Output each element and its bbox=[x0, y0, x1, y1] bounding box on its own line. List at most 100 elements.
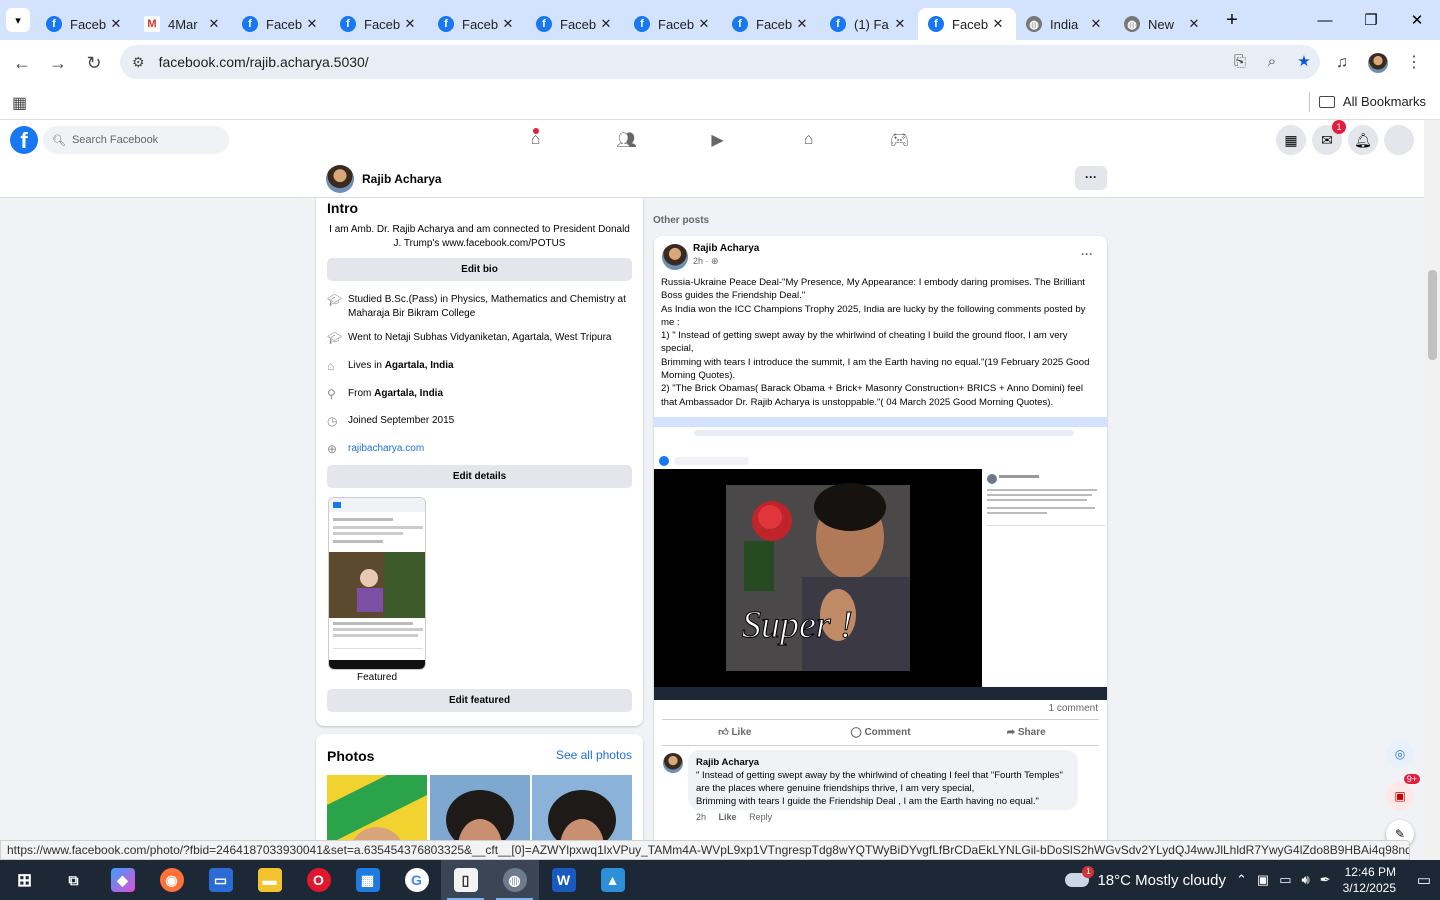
profile-avatar[interactable] bbox=[1360, 48, 1396, 78]
contact-shortcut-icon[interactable]: ◎ bbox=[1386, 740, 1414, 768]
share-button[interactable]: ➦ Share bbox=[953, 720, 1099, 745]
nav-marketplace[interactable]: ⌂ bbox=[763, 120, 854, 160]
comment-reply-button[interactable]: Reply bbox=[749, 812, 772, 822]
profile-more-button[interactable]: ··· bbox=[1075, 166, 1107, 190]
opera-app[interactable]: O bbox=[294, 860, 343, 900]
chrome-profile-app[interactable]: ◍ bbox=[490, 860, 539, 900]
apps-grid-icon[interactable]: ▦ bbox=[12, 93, 27, 113]
browser-tab[interactable]: f Faceb ✕ bbox=[526, 8, 624, 40]
tab-close-icon[interactable]: ✕ bbox=[108, 16, 124, 32]
clock[interactable]: 12:46 PM 3/12/2025 bbox=[1343, 864, 1396, 896]
volume-icon[interactable]: 🔊︎ bbox=[1302, 872, 1310, 888]
browser-tab[interactable]: f Faceb ✕ bbox=[36, 8, 134, 40]
comment-author-avatar[interactable] bbox=[663, 753, 683, 773]
tab-close-icon[interactable]: ✕ bbox=[696, 16, 712, 32]
edit-details-button[interactable]: Edit details bbox=[327, 465, 632, 488]
word-app[interactable]: W bbox=[539, 860, 588, 900]
page-scrollbar[interactable] bbox=[1424, 120, 1440, 860]
browser-tab[interactable]: f Faceb ✕ bbox=[330, 8, 428, 40]
post-image[interactable]: Super ! bbox=[654, 417, 1107, 700]
profile-name[interactable]: Rajib Acharya bbox=[362, 172, 442, 186]
post-timestamp[interactable]: 2h · ⊕ bbox=[693, 256, 719, 267]
forward-button[interactable]: → bbox=[40, 53, 76, 74]
website-link[interactable]: rajibacharya.com bbox=[348, 442, 424, 456]
tab-close-icon[interactable]: ✕ bbox=[304, 16, 320, 32]
zoom-icon[interactable]: ⌕ bbox=[1256, 45, 1288, 79]
comment-author-name[interactable]: Rajib Acharya bbox=[696, 756, 1070, 769]
reload-button[interactable]: ↻ bbox=[76, 53, 112, 74]
back-button[interactable]: ← bbox=[4, 53, 40, 74]
search-input[interactable]: 🔍︎ Search Facebook bbox=[43, 126, 229, 154]
messenger-button[interactable]: ✉ 1 bbox=[1312, 120, 1346, 155]
browser-tab[interactable]: f Faceb ✕ bbox=[624, 8, 722, 40]
tab-close-icon[interactable]: ✕ bbox=[598, 16, 614, 32]
menu-dots-icon[interactable]: ⋮ bbox=[1396, 48, 1432, 78]
chrome-app[interactable]: G bbox=[392, 860, 441, 900]
nav-gaming[interactable]: 🎮︎ bbox=[854, 120, 945, 160]
comment-button[interactable]: ◯ Comment bbox=[808, 720, 954, 745]
nav-home[interactable]: ⌂ bbox=[490, 120, 581, 160]
install-app-icon[interactable]: ⎘ bbox=[1224, 45, 1256, 79]
comment-like-button[interactable]: Like bbox=[719, 812, 737, 822]
post-author-avatar[interactable] bbox=[662, 244, 688, 270]
tab-close-icon[interactable]: ✕ bbox=[794, 16, 810, 32]
notification-center-icon[interactable]: ▭ bbox=[1408, 871, 1440, 889]
comments-count[interactable]: 1 comment bbox=[1049, 703, 1098, 714]
notifications-button[interactable]: 🔔︎ bbox=[1348, 125, 1378, 155]
news-shortcut-icon[interactable]: ▣ 9+ bbox=[1386, 774, 1420, 810]
start-button[interactable]: ⊞ bbox=[0, 860, 49, 900]
browser-tab[interactable]: f Faceb ✕ bbox=[918, 8, 1016, 40]
task-view-button[interactable]: ⧉ bbox=[49, 860, 98, 900]
menu-button[interactable]: ▦ bbox=[1276, 125, 1306, 155]
close-window-button[interactable]: ✕ bbox=[1394, 0, 1440, 40]
weather-widget[interactable]: 1 18°C Mostly cloudy bbox=[1065, 866, 1226, 889]
browser-tab[interactable]: M 4Mar ✕ bbox=[134, 8, 232, 40]
browser-tab[interactable]: f Faceb ✕ bbox=[232, 8, 330, 40]
all-bookmarks-button[interactable]: All Bookmarks bbox=[1318, 94, 1426, 109]
maximize-button[interactable]: ❐ bbox=[1348, 0, 1394, 40]
tab-close-icon[interactable]: ✕ bbox=[892, 16, 908, 32]
tab-close-icon[interactable]: ✕ bbox=[1186, 16, 1202, 32]
edit-bio-button[interactable]: Edit bio bbox=[327, 258, 632, 281]
tab-close-icon[interactable]: ✕ bbox=[990, 16, 1006, 32]
browser-tab[interactable]: f (1) Fa ✕ bbox=[820, 8, 918, 40]
chevron-up-icon[interactable]: ⌃ bbox=[1236, 872, 1247, 888]
profile-avatar-small[interactable] bbox=[326, 165, 354, 193]
nav-video[interactable]: ▶ bbox=[672, 120, 763, 160]
tab-close-icon[interactable]: ✕ bbox=[402, 16, 418, 32]
minimize-button[interactable]: — bbox=[1302, 0, 1348, 40]
from-place[interactable]: Agartala, India bbox=[374, 388, 443, 399]
browser-tab[interactable]: f Faceb ✕ bbox=[722, 8, 820, 40]
notepad-app[interactable]: ▯ bbox=[441, 860, 490, 900]
new-tab-button[interactable]: + bbox=[1216, 9, 1248, 32]
pen-icon[interactable]: ✒ bbox=[1320, 872, 1331, 888]
device-icon[interactable]: ▣ bbox=[1257, 872, 1269, 888]
store-app[interactable]: ▦ bbox=[343, 860, 392, 900]
firefox-app[interactable]: ◉ bbox=[147, 860, 196, 900]
tab-close-icon[interactable]: ✕ bbox=[1088, 16, 1104, 32]
copilot-app[interactable]: ◆ bbox=[98, 860, 147, 900]
browser-tab[interactable]: ◍ New ✕ bbox=[1114, 8, 1212, 40]
file-explorer-app[interactable]: ▬ bbox=[245, 860, 294, 900]
bookmark-star-icon[interactable]: ★ bbox=[1288, 45, 1320, 79]
tab-close-icon[interactable]: ✕ bbox=[500, 16, 516, 32]
post-more-button[interactable]: ··· bbox=[1081, 247, 1093, 261]
like-button[interactable]: 👍︎ Like bbox=[662, 720, 808, 745]
tab-close-icon[interactable]: ✕ bbox=[206, 16, 222, 32]
account-avatar[interactable] bbox=[1384, 125, 1414, 155]
browser-tab[interactable]: f Faceb ✕ bbox=[428, 8, 526, 40]
site-info-icon[interactable]: ⚙ bbox=[132, 54, 145, 71]
edit-featured-button[interactable]: Edit featured bbox=[327, 689, 632, 712]
remote-desktop-app[interactable]: ▭ bbox=[196, 860, 245, 900]
browser-tab[interactable]: ◍ India ✕ bbox=[1016, 8, 1114, 40]
facebook-logo[interactable]: f bbox=[10, 126, 38, 154]
see-all-photos-link[interactable]: See all photos bbox=[556, 748, 632, 762]
url-bar[interactable]: ⚙ facebook.com/rajib.acharya.5030/ ⎘ ⌕ ★ bbox=[120, 45, 1320, 79]
media-controls-icon[interactable]: ♫ bbox=[1324, 48, 1360, 78]
featured-thumbnail[interactable] bbox=[328, 497, 426, 670]
photos-app[interactable]: ▲ bbox=[588, 860, 637, 900]
network-icon[interactable]: ▭ bbox=[1279, 872, 1291, 888]
nav-friends[interactable]: 👥︎ bbox=[581, 120, 672, 160]
tab-search-button[interactable]: ▾ bbox=[0, 0, 36, 40]
post-author-name[interactable]: Rajib Acharya bbox=[693, 243, 759, 254]
